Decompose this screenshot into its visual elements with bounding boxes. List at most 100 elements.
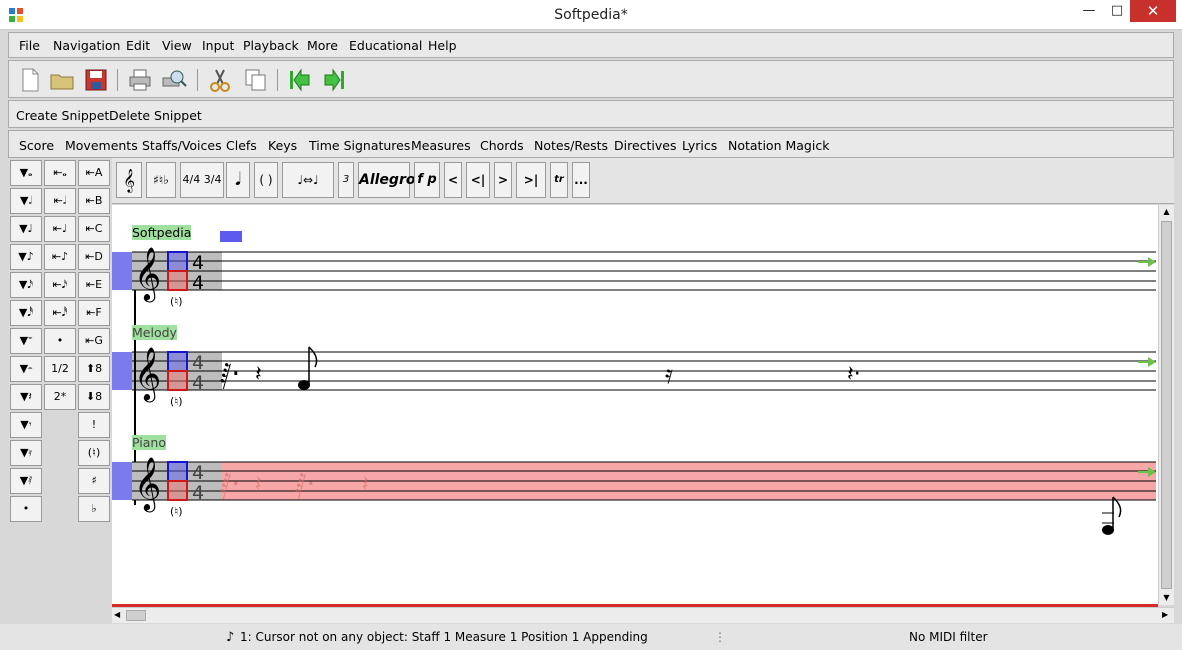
previous-movement-icon[interactable] <box>287 67 313 93</box>
palette-natural[interactable]: (♮) <box>78 440 110 466</box>
palette-insert-half[interactable]: ⇤𝅗𝅥 <box>44 188 76 214</box>
staff-piano[interactable]: 𝄞 4 4 (♮) 𝅁· 𝄽 𝅁· 𝄽 <box>112 456 1156 535</box>
save-icon[interactable] <box>83 67 109 93</box>
scroll-down-icon[interactable]: ▼ <box>1161 593 1172 603</box>
vertical-scrollbar[interactable]: ▲ ▼ <box>1158 205 1174 605</box>
palette-half-rest[interactable]: ▼𝄼 <box>10 356 42 382</box>
palette-double-duration[interactable]: 2* <box>44 384 76 410</box>
category-score[interactable]: Score <box>19 138 54 153</box>
diminuendo-end-button[interactable]: >| <box>516 162 546 198</box>
category-notation-magick[interactable]: Notation Magick <box>728 138 829 153</box>
palette-insert-quarter[interactable]: ⇤♩ <box>44 216 76 242</box>
palette-note-a[interactable]: ⇤A <box>78 160 110 186</box>
palette-dot[interactable]: • <box>10 496 42 522</box>
more-symbols-button[interactable]: ... <box>572 162 590 198</box>
score-canvas[interactable]: 𝄞 4 4 (♮) 𝄞 4 4 (♮) 𝅁· 𝄽 𝄿 𝄽· 𝄞 4 4 (♮) … <box>112 205 1158 605</box>
menu-input[interactable]: Input <box>202 38 234 53</box>
palette-note-c[interactable]: ⇤C <box>78 216 110 242</box>
palette-quarter-rest[interactable]: ▼𝄽 <box>10 384 42 410</box>
category-measures[interactable]: Measures <box>411 138 471 153</box>
palette-sixteenth-note[interactable]: ▼𝅘𝅥𝅯 <box>10 272 42 298</box>
cut-icon[interactable] <box>207 67 233 93</box>
palette-half-note[interactable]: ▼𝅗𝅥 <box>10 188 42 214</box>
scroll-up-icon[interactable]: ▲ <box>1161 207 1172 217</box>
palette-insert-eighth[interactable]: ⇤♪ <box>44 244 76 270</box>
menu-playback[interactable]: Playback <box>243 38 299 53</box>
menu-educational[interactable]: Educational <box>349 38 422 53</box>
menu-view[interactable]: View <box>162 38 192 53</box>
menu-navigation[interactable]: Navigation <box>53 38 120 53</box>
dynamics-button[interactable]: f p <box>414 162 440 198</box>
maximize-button[interactable]: □ <box>1103 0 1131 22</box>
key-signature-button[interactable]: ♯♮♭ <box>146 162 176 198</box>
palette-sixteenth-rest[interactable]: ▼𝄿 <box>10 440 42 466</box>
category-notes-rests[interactable]: Notes/Rests <box>534 138 608 153</box>
menu-file[interactable]: File <box>19 38 40 53</box>
chord-button[interactable]: 𝅘𝅥 <box>226 162 250 198</box>
menu-more[interactable]: More <box>307 38 338 53</box>
palette-sharpen[interactable]: ♯ <box>78 468 110 494</box>
palette-note-g[interactable]: ⇤G <box>78 328 110 354</box>
palette-note-e[interactable]: ⇤E <box>78 272 110 298</box>
category-directives[interactable]: Directives <box>614 138 677 153</box>
next-movement-icon[interactable] <box>321 67 347 93</box>
copy-icon[interactable] <box>243 67 269 93</box>
menu-edit[interactable]: Edit <box>126 38 150 53</box>
scroll-left-icon[interactable]: ◀ <box>114 610 124 621</box>
staff-1-label[interactable]: Softpedia <box>132 225 192 240</box>
palette-eighth-rest[interactable]: ▼𝄾 <box>10 412 42 438</box>
palette-thirtysecond-note[interactable]: ▼𝅘𝅥𝅰 <box>10 300 42 326</box>
palette-note-d[interactable]: ⇤D <box>78 244 110 270</box>
staff-3-label[interactable]: Piano <box>132 435 166 450</box>
clef-button[interactable]: 𝄞 <box>116 162 142 198</box>
staff-softpedia[interactable]: 𝄞 4 4 (♮) <box>112 231 1156 308</box>
menu-help[interactable]: Help <box>428 38 457 53</box>
time-signature-button[interactable]: 4/4 3/4 <box>180 162 224 198</box>
category-clefs[interactable]: Clefs <box>226 138 257 153</box>
staff-2-label[interactable]: Melody <box>132 325 177 340</box>
category-lyrics[interactable]: Lyrics <box>682 138 717 153</box>
print-preview-icon[interactable] <box>161 67 187 93</box>
palette-octave-up[interactable]: ⬆8 <box>78 356 110 382</box>
svg-text:𝄽: 𝄽 <box>255 362 262 387</box>
scroll-right-icon[interactable]: ▶ <box>1162 610 1172 621</box>
palette-eighth-note[interactable]: ▼♪ <box>10 244 42 270</box>
new-file-icon[interactable] <box>17 67 43 93</box>
crescendo-end-button[interactable]: <| <box>466 162 490 198</box>
palette-insert-sixteenth[interactable]: ⇤𝅘𝅥𝅯 <box>44 272 76 298</box>
palette-octave-down[interactable]: ⬇8 <box>78 384 110 410</box>
tempo-button[interactable]: Allegro <box>358 162 415 198</box>
tie-button[interactable]: ♩⇔♩ <box>282 162 334 198</box>
palette-thirtysecond-rest[interactable]: ▼𝅀 <box>10 468 42 494</box>
vertical-scroll-thumb[interactable] <box>1161 221 1172 589</box>
print-icon[interactable] <box>127 67 153 93</box>
palette-note-f[interactable]: ⇤F <box>78 300 110 326</box>
open-folder-icon[interactable] <box>49 67 75 93</box>
tuplet-button[interactable]: 3 <box>338 162 354 198</box>
palette-whole-note[interactable]: ▼𝅝 <box>10 160 42 186</box>
delete-snippet-button[interactable]: Delete Snippet <box>109 108 202 123</box>
parentheses-button[interactable]: ( ) <box>254 162 278 198</box>
palette-flatten[interactable]: ♭ <box>78 496 110 522</box>
crescendo-button[interactable]: < <box>444 162 462 198</box>
horizontal-scroll-thumb[interactable] <box>126 610 146 621</box>
palette-quarter-note[interactable]: ▼♩ <box>10 216 42 242</box>
palette-halve-duration[interactable]: 1/2 <box>44 356 76 382</box>
trill-button[interactable]: tr <box>550 162 568 198</box>
close-button[interactable]: ✕ <box>1130 0 1176 22</box>
category-keys[interactable]: Keys <box>268 138 297 153</box>
category-movements[interactable]: Movements <box>65 138 138 153</box>
category-time-signatures[interactable]: Time Signatures <box>309 138 410 153</box>
horizontal-scrollbar[interactable]: ◀ ▶ <box>112 607 1174 623</box>
diminuendo-button[interactable]: > <box>494 162 512 198</box>
palette-note-b[interactable]: ⇤B <box>78 188 110 214</box>
category-chords[interactable]: Chords <box>480 138 524 153</box>
minimize-button[interactable]: — <box>1075 0 1103 22</box>
palette-toggle-dot[interactable]: • <box>44 328 76 354</box>
palette-insert-thirtysecond[interactable]: ⇤𝅘𝅥𝅰 <box>44 300 76 326</box>
palette-insert-whole[interactable]: ⇤𝅝 <box>44 160 76 186</box>
create-snippet-button[interactable]: Create Snippet <box>16 108 109 123</box>
palette-cautionary[interactable]: ! <box>78 412 110 438</box>
palette-whole-rest[interactable]: ▼𝄻 <box>10 328 42 354</box>
category-staffs-voices[interactable]: Staffs/Voices <box>142 138 222 153</box>
